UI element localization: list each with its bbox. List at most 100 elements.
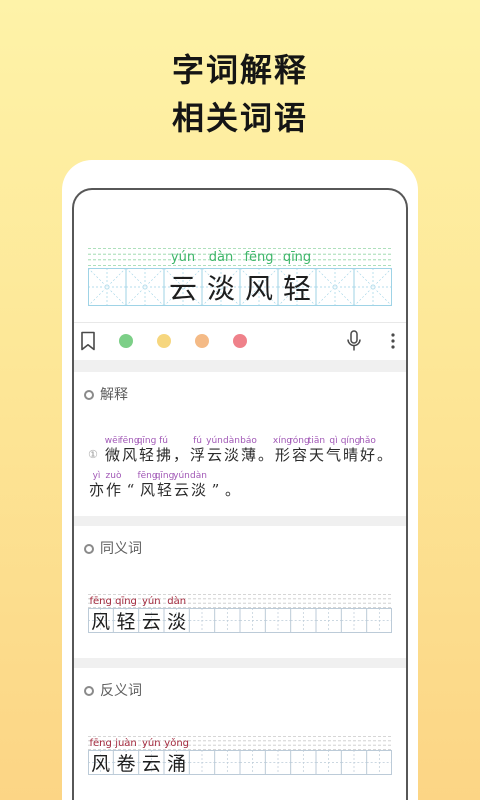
annotated-character: qíng 晴 — [341, 436, 361, 464]
annotated-character: fú 浮 — [189, 436, 206, 464]
annotated-character: qīng 轻 — [154, 471, 175, 499]
annotated-character: wēi 微 — [104, 436, 121, 464]
character-pinyin: yún — [206, 436, 223, 446]
empty-grid-cell — [316, 750, 341, 775]
character-pinyin: fēng — [119, 436, 140, 446]
character: 气 — [325, 446, 341, 464]
character-pinyin: dàn — [190, 471, 207, 481]
character: ” — [211, 481, 220, 499]
circle-bullet-icon — [84, 544, 94, 554]
empty-grid-cell — [240, 750, 265, 775]
empty-grid-cell — [367, 594, 392, 608]
word-pinyin-syllable: fēng — [244, 249, 274, 265]
headline-line-1: 字词解释 — [171, 51, 308, 89]
related-character-cells: 风卷云涌 — [88, 750, 392, 775]
synonyms-section: 同义词 fēng qīng yún dàn 风轻云淡 — [74, 526, 406, 658]
highlight-color-yellow[interactable] — [157, 334, 171, 348]
synonyms-title-row: 同义词 — [84, 540, 142, 558]
empty-grid-cell — [341, 608, 366, 633]
explanation-text: ① wēi 微 fēng 风 qīng 轻 fú 拂， fú 浮 yún 云 dàn 淡 báo 薄。 xíng 形… — [88, 436, 392, 506]
empty-grid-cell — [189, 750, 214, 775]
related-character: 云 — [141, 753, 161, 775]
character-pinyin: dàn — [223, 436, 240, 446]
character: 风 — [139, 481, 155, 499]
empty-grid-cell — [265, 750, 290, 775]
annotated-character: dàn 淡 — [223, 436, 240, 464]
character-pinyin: hǎo — [359, 436, 376, 446]
character: 。 — [224, 481, 240, 499]
highlight-color-red[interactable] — [233, 334, 247, 348]
antonym-word[interactable]: 风卷云涌 — [88, 750, 392, 775]
related-character: 云 — [141, 611, 161, 633]
word-character: 风 — [244, 272, 273, 305]
character: ， — [172, 446, 188, 464]
annotated-character: yún 云 — [206, 436, 223, 464]
related-pinyin-syllable: yǒng — [164, 737, 190, 749]
phone-screen: yún dàn fēng qīng 云淡风轻 解释 ① wēi 微 fēng 风… — [72, 188, 408, 800]
explanation-title: 解释 — [100, 387, 128, 403]
related-pinyin-syllable-cells: fēng qīng yún dàn — [88, 594, 392, 608]
character: 薄 — [240, 446, 256, 464]
antonyms-title: 反义词 — [100, 683, 142, 699]
empty-grid-cell — [88, 248, 126, 266]
explanation-title-row: 解释 — [84, 386, 128, 404]
bookmark-icon[interactable] — [80, 331, 96, 351]
antonym-pinyin-row[interactable]: fēng juàn yún yǒng — [88, 736, 392, 750]
character: 浮 — [189, 446, 205, 464]
character: 形 — [274, 446, 290, 464]
related-pinyin-syllable: fēng — [89, 737, 112, 749]
empty-grid-cell — [367, 608, 392, 633]
highlight-color-green[interactable] — [119, 334, 133, 348]
annotated-character: zuò 作 — [105, 471, 122, 499]
word-character: 轻 — [282, 272, 311, 305]
synonym-word[interactable]: 风轻云淡 — [88, 608, 392, 633]
annotated-character: ” — [207, 471, 224, 499]
empty-grid-cell — [354, 268, 392, 306]
character-pinyin: yún — [173, 471, 190, 481]
synonym-pinyin-row[interactable]: fēng qīng yún dàn — [88, 594, 392, 608]
related-pinyin-syllable: qīng — [115, 595, 137, 607]
empty-grid-cell — [88, 268, 126, 306]
highlight-color-orange[interactable] — [195, 334, 209, 348]
character: 云 — [173, 481, 189, 499]
word-pinyin-syllable: qīng — [282, 249, 312, 265]
related-pinyin-syllable: fēng — [89, 595, 112, 607]
character-pinyin: zuò — [105, 471, 122, 481]
character-pinyin: qīng — [154, 471, 175, 481]
character-pinyin: báo — [240, 436, 257, 446]
circle-bullet-icon — [84, 390, 94, 400]
annotated-character: fēng 风 — [119, 436, 140, 464]
character-pinyin: tiān — [307, 436, 326, 446]
annotated-character: qīng 轻 — [137, 436, 157, 464]
annotated-character: “ — [122, 471, 139, 499]
empty-grid-cell — [341, 750, 366, 775]
character-pinyin: róng — [289, 436, 310, 446]
microphone-icon[interactable] — [346, 330, 362, 352]
annotated-character: róng 容 — [289, 436, 310, 464]
annotated-character: 。 — [257, 436, 274, 464]
more-vertical-icon[interactable] — [391, 333, 395, 349]
character: 亦 — [88, 481, 104, 499]
antonyms-section: 反义词 fēng juàn yún yǒng 风卷云涌 — [74, 668, 406, 800]
character-pinyin: yì — [92, 471, 101, 481]
character: 淡 — [223, 446, 239, 464]
character-pinyin: fēng — [137, 471, 158, 481]
annotated-character: yún 云 — [173, 471, 190, 499]
character-pinyin: fú — [193, 436, 202, 446]
empty-grid-cell — [265, 608, 290, 633]
empty-grid-cell — [265, 594, 290, 608]
word-character-cells: 云淡风轻 — [88, 268, 392, 306]
character-pinyin — [257, 436, 274, 446]
character: 作 — [105, 481, 121, 499]
empty-grid-cell — [240, 594, 265, 608]
empty-grid-cell — [367, 736, 392, 750]
empty-grid-cell — [240, 608, 265, 633]
character: “ — [126, 481, 135, 499]
related-pinyin-syllable: dàn — [167, 595, 187, 607]
empty-grid-cell — [189, 736, 214, 750]
empty-grid-cell — [126, 248, 164, 266]
character: 晴 — [342, 446, 358, 464]
word-pinyin-row: yún dàn fēng qīng — [88, 248, 392, 266]
empty-grid-cell — [215, 750, 240, 775]
character-pinyin: qì — [329, 436, 338, 446]
